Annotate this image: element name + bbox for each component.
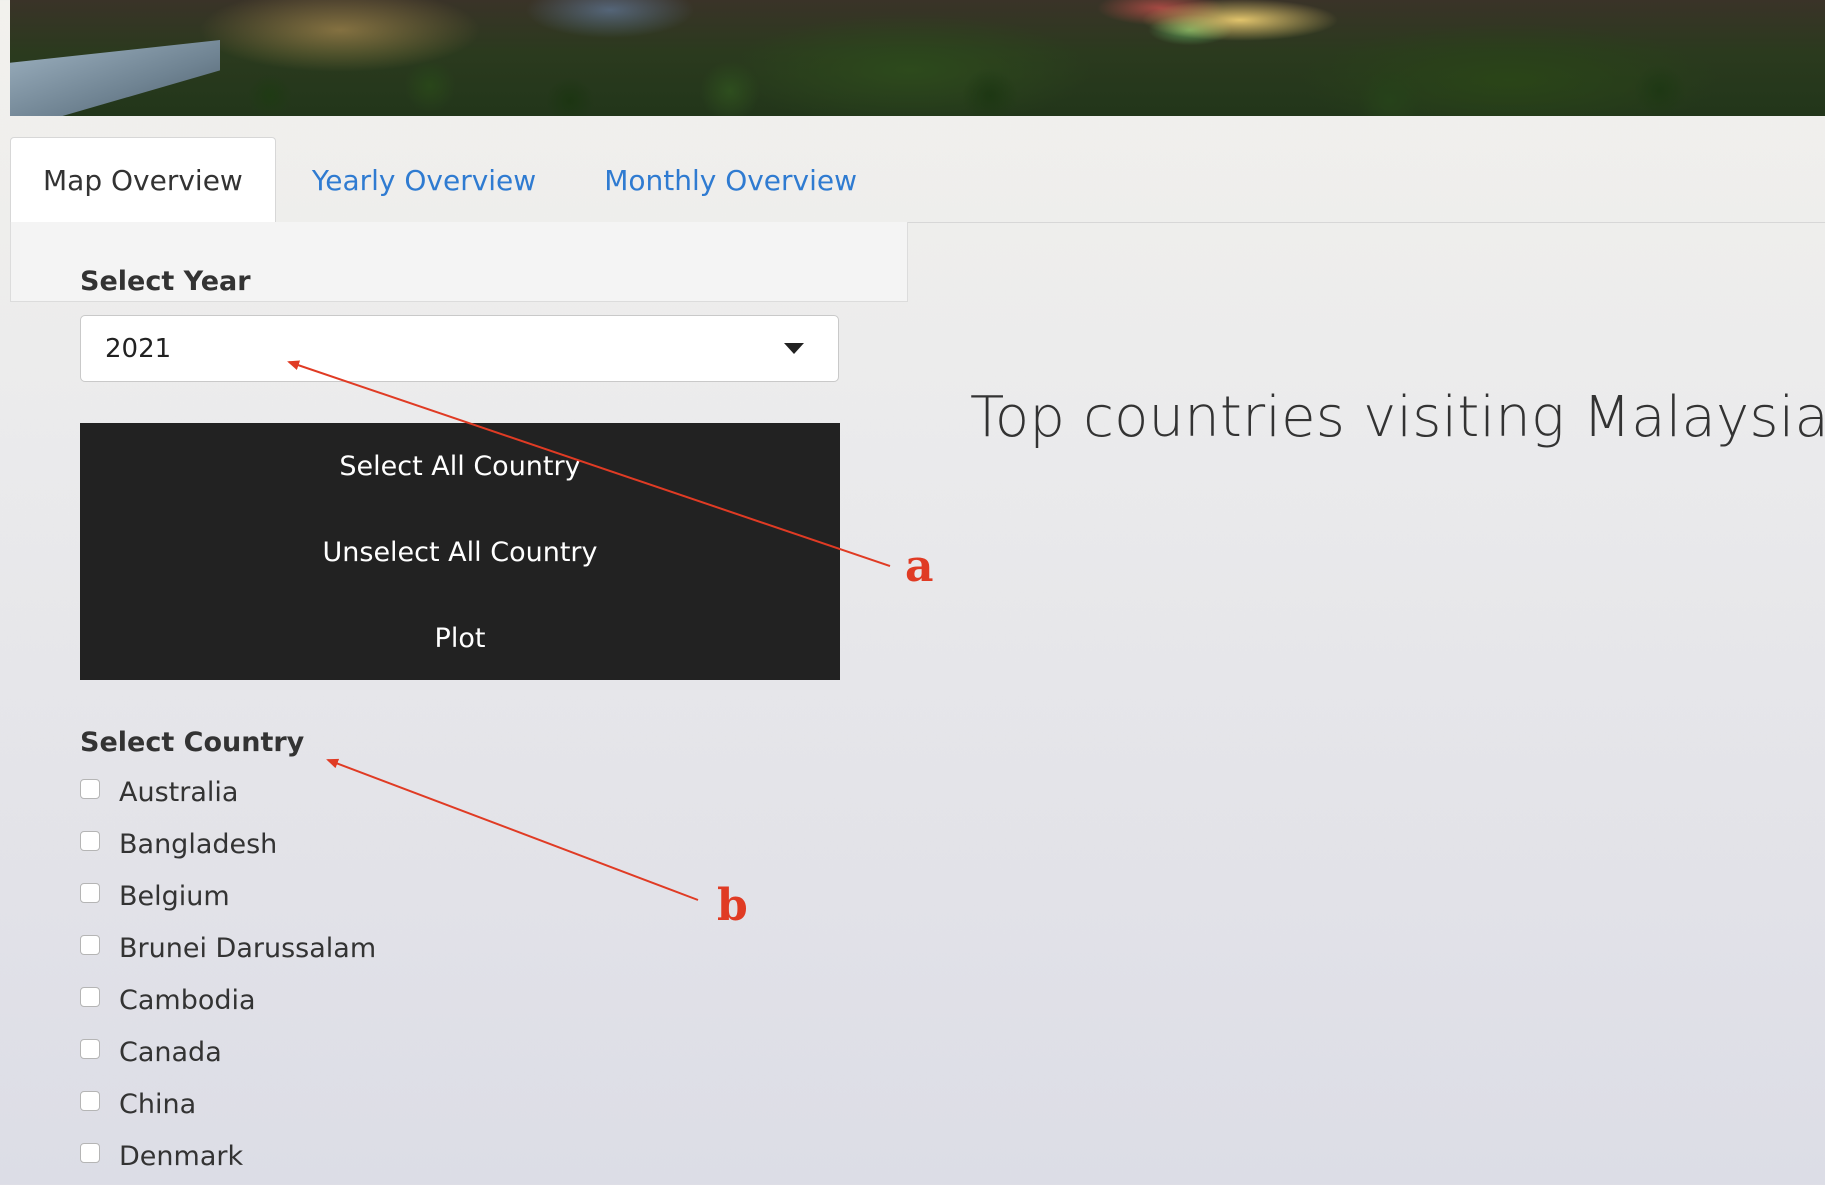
select-country-label: Select Country bbox=[80, 727, 305, 758]
checkbox-box[interactable] bbox=[80, 987, 100, 1007]
annotation-label-a: a bbox=[905, 541, 934, 592]
year-select[interactable]: 2021 bbox=[80, 315, 839, 382]
unselect-all-country-button[interactable]: Unselect All Country bbox=[80, 533, 840, 573]
checkbox-label: Canada bbox=[119, 1036, 222, 1068]
checkbox-label: Brunei Darussalam bbox=[119, 932, 377, 964]
page-title: Top countries visiting Malaysia bbox=[970, 385, 1825, 450]
tab-bar: Map Overview Yearly Overview Monthly Ove… bbox=[10, 137, 1825, 223]
checkbox-label: Belgium bbox=[119, 880, 230, 912]
action-button-group: Select All Country Unselect All Country … bbox=[80, 423, 840, 680]
checkbox-box[interactable] bbox=[80, 883, 100, 903]
select-all-country-button[interactable]: Select All Country bbox=[80, 447, 840, 487]
year-select-value: 2021 bbox=[105, 333, 172, 364]
banner-trees bbox=[10, 46, 1825, 116]
checkbox-china[interactable]: China bbox=[80, 1084, 196, 1124]
plot-button[interactable]: Plot bbox=[80, 619, 840, 659]
checkbox-bangladesh[interactable]: Bangladesh bbox=[80, 824, 277, 864]
checkbox-label: China bbox=[119, 1088, 197, 1120]
checkbox-box[interactable] bbox=[80, 779, 100, 799]
header-banner-image bbox=[10, 0, 1825, 116]
checkbox-box[interactable] bbox=[80, 1091, 100, 1111]
checkbox-australia[interactable]: Australia bbox=[80, 772, 238, 812]
checkbox-canada[interactable]: Canada bbox=[80, 1032, 222, 1072]
select-year-label: Select Year bbox=[80, 266, 251, 297]
checkbox-brunei-darussalam[interactable]: Brunei Darussalam bbox=[80, 928, 376, 968]
checkbox-denmark[interactable]: Denmark bbox=[80, 1136, 243, 1176]
checkbox-label: Cambodia bbox=[119, 984, 256, 1016]
checkbox-box[interactable] bbox=[80, 1143, 100, 1163]
checkbox-label: Australia bbox=[119, 776, 239, 808]
tab-monthly-overview[interactable]: Monthly Overview bbox=[572, 138, 889, 222]
checkbox-label: Denmark bbox=[119, 1140, 244, 1172]
checkbox-label: Bangladesh bbox=[119, 828, 278, 860]
checkbox-cambodia[interactable]: Cambodia bbox=[80, 980, 256, 1020]
tab-map-overview[interactable]: Map Overview bbox=[10, 137, 276, 223]
chevron-down-icon bbox=[784, 343, 804, 354]
checkbox-box[interactable] bbox=[80, 1039, 100, 1059]
annotation-arrow-b bbox=[326, 758, 699, 901]
checkbox-box[interactable] bbox=[80, 935, 100, 955]
annotation-label-b: b bbox=[717, 880, 748, 931]
checkbox-box[interactable] bbox=[80, 831, 100, 851]
tab-yearly-overview[interactable]: Yearly Overview bbox=[280, 138, 568, 222]
checkbox-belgium[interactable]: Belgium bbox=[80, 876, 230, 916]
